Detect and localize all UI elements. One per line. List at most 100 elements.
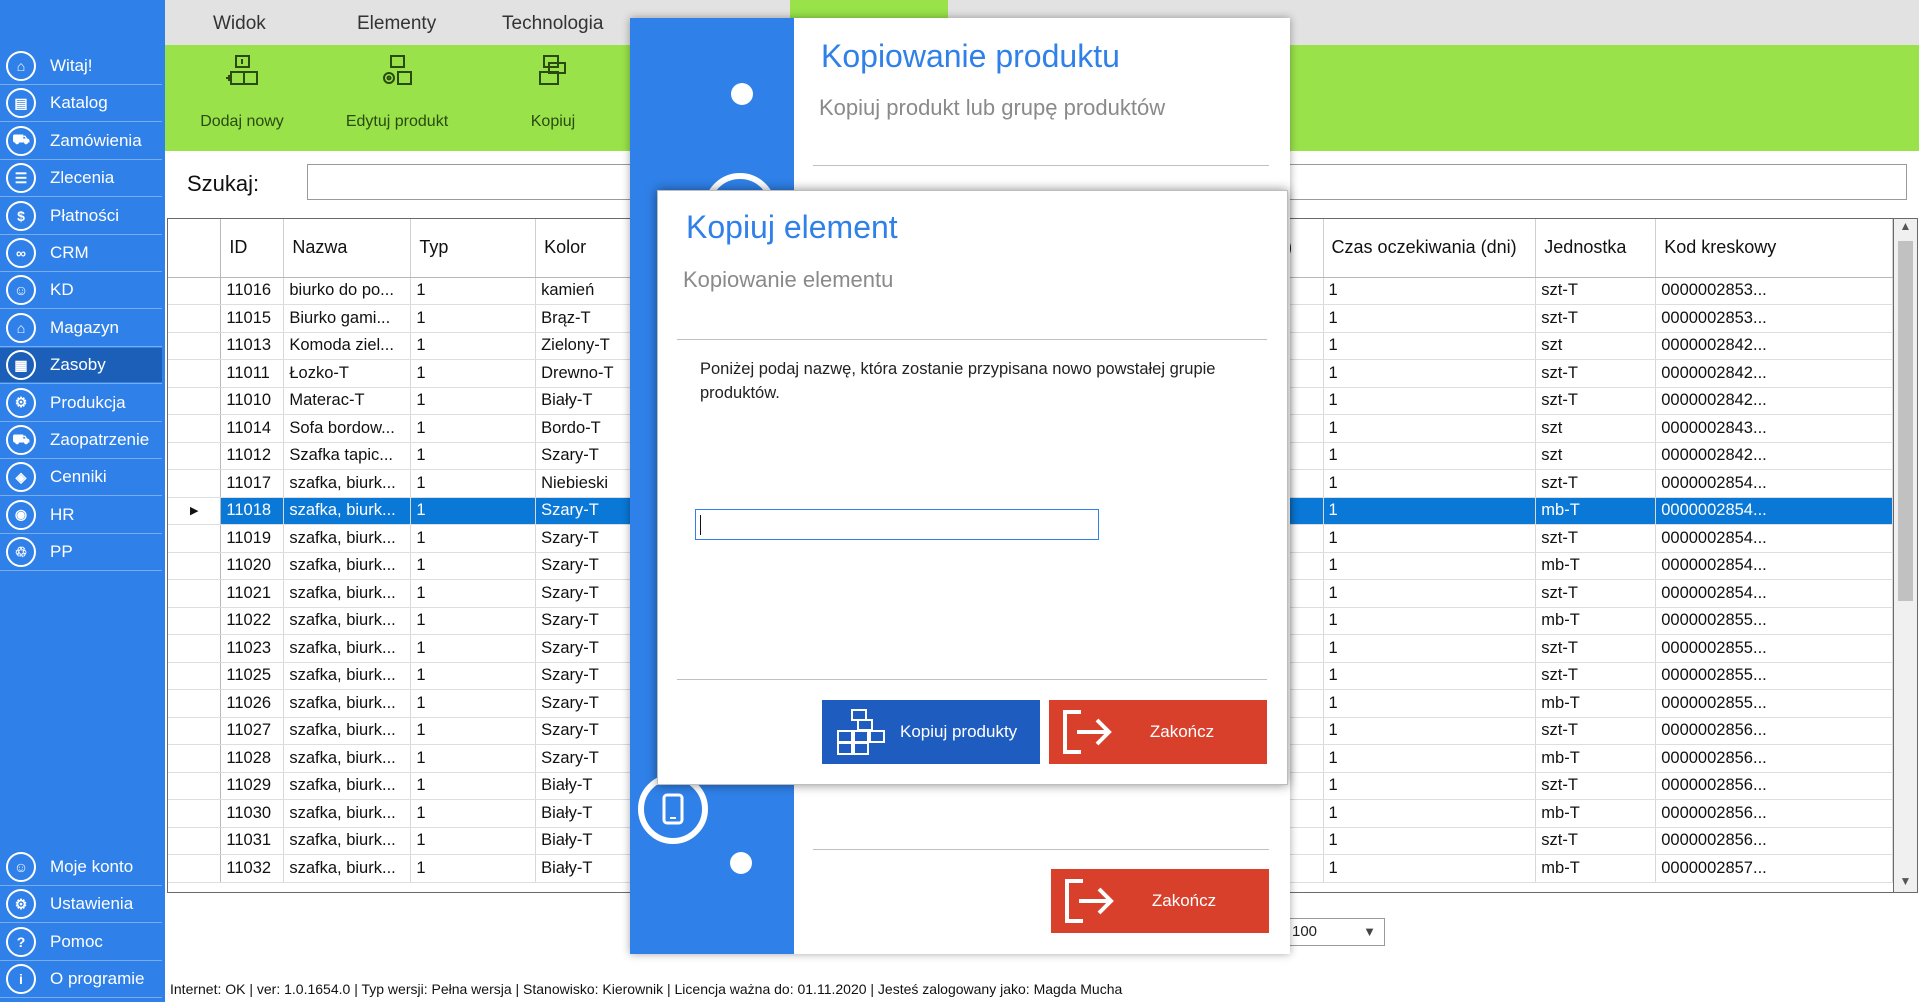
- cell-barcode[interactable]: 0000002842...: [1655, 332, 1893, 360]
- sidebar-item-10[interactable]: ⛟ Zaopatrzenie: [0, 423, 162, 457]
- cell-unit[interactable]: mb-T: [1535, 799, 1657, 828]
- sidebar-bottom-item-1[interactable]: ⚙ Ustawienia: [0, 887, 162, 921]
- grid-vertical-scrollbar[interactable]: ▲ ▼: [1894, 218, 1918, 893]
- row-header[interactable]: [168, 469, 222, 498]
- close-element-dialog-button[interactable]: Zakończ: [1049, 700, 1267, 764]
- cell-id[interactable]: 11026: [220, 689, 285, 718]
- cell-barcode[interactable]: 0000002842...: [1655, 387, 1893, 415]
- cell-type[interactable]: 1: [410, 827, 537, 855]
- cell-id[interactable]: 11016: [220, 277, 285, 305]
- cell-unit[interactable]: szt-T: [1535, 827, 1657, 855]
- row-header[interactable]: [168, 854, 222, 883]
- col-header-type[interactable]: Typ: [410, 219, 537, 278]
- cell-wait[interactable]: 1: [1323, 854, 1537, 883]
- cell-wait[interactable]: 1: [1323, 772, 1537, 800]
- cell-barcode[interactable]: 0000002855...: [1655, 607, 1893, 635]
- cell-name[interactable]: szafka, biurk...: [283, 579, 412, 608]
- cell-name[interactable]: szafka, biurk...: [283, 607, 412, 635]
- cell-wait[interactable]: 1: [1323, 827, 1537, 855]
- scroll-down-icon[interactable]: ▼: [1894, 874, 1917, 892]
- col-header-id[interactable]: ID: [220, 219, 285, 278]
- page-size-select[interactable]: 100 ▼: [1283, 918, 1385, 946]
- cell-id[interactable]: 11023: [220, 634, 285, 663]
- cell-wait[interactable]: 1: [1323, 332, 1537, 360]
- sidebar-bottom-item-2[interactable]: ? Pomoc: [0, 925, 162, 959]
- cell-type[interactable]: 1: [410, 359, 537, 388]
- cell-type[interactable]: 1: [410, 772, 537, 800]
- sidebar-item-4[interactable]: $ Płatności: [0, 199, 162, 233]
- cell-unit[interactable]: szt-T: [1535, 359, 1657, 388]
- sidebar-item-0[interactable]: ⌂ Witaj!: [0, 49, 162, 83]
- sidebar-item-11[interactable]: ◈ Cenniki: [0, 460, 162, 494]
- row-header[interactable]: [168, 332, 222, 360]
- cell-name[interactable]: Szafka tapic...: [283, 442, 412, 470]
- sidebar-bottom-item-3[interactable]: i O programie: [0, 962, 162, 996]
- cell-type[interactable]: 1: [410, 497, 537, 525]
- cell-barcode[interactable]: 0000002853...: [1655, 277, 1893, 305]
- cell-type[interactable]: 1: [410, 552, 537, 580]
- cell-type[interactable]: 1: [410, 717, 537, 745]
- add-new-button[interactable]: Dodaj nowy: [172, 45, 312, 151]
- cell-barcode[interactable]: 0000002856...: [1655, 799, 1893, 828]
- row-header[interactable]: [168, 524, 222, 553]
- cell-id[interactable]: 11019: [220, 524, 285, 553]
- cell-id[interactable]: 11010: [220, 387, 285, 415]
- cell-id[interactable]: 11015: [220, 304, 285, 333]
- cell-unit[interactable]: szt: [1535, 414, 1657, 443]
- tab-elementy[interactable]: Elementy: [357, 0, 436, 45]
- row-header[interactable]: [168, 607, 222, 635]
- cell-type[interactable]: 1: [410, 689, 537, 718]
- cell-barcode[interactable]: 0000002854...: [1655, 469, 1893, 498]
- cell-barcode[interactable]: 0000002854...: [1655, 497, 1893, 525]
- sidebar-item-9[interactable]: ⚙ Produkcja: [0, 386, 162, 420]
- cell-name[interactable]: szafka, biurk...: [283, 662, 412, 690]
- cell-unit[interactable]: szt-T: [1535, 387, 1657, 415]
- cell-wait[interactable]: 1: [1323, 717, 1537, 745]
- cell-name[interactable]: Materac-T: [283, 387, 412, 415]
- cell-wait[interactable]: 1: [1323, 442, 1537, 470]
- cell-wait[interactable]: 1: [1323, 634, 1537, 663]
- cell-unit[interactable]: szt-T: [1535, 304, 1657, 333]
- current-row-indicator-icon[interactable]: ▶: [168, 497, 222, 525]
- row-header[interactable]: [168, 304, 222, 333]
- sidebar-item-6[interactable]: ☺ KD: [0, 273, 162, 307]
- cell-type[interactable]: 1: [410, 277, 537, 305]
- cell-unit[interactable]: szt: [1535, 442, 1657, 470]
- cell-name[interactable]: Biurko gami...: [283, 304, 412, 333]
- row-header[interactable]: [168, 359, 222, 388]
- cell-id[interactable]: 11018: [220, 497, 285, 525]
- cell-id[interactable]: 11031: [220, 827, 285, 855]
- cell-wait[interactable]: 1: [1323, 607, 1537, 635]
- cell-type[interactable]: 1: [410, 304, 537, 333]
- cell-type[interactable]: 1: [410, 442, 537, 470]
- cell-name[interactable]: szafka, biurk...: [283, 799, 412, 828]
- cell-wait[interactable]: 1: [1323, 552, 1537, 580]
- cell-barcode[interactable]: 0000002854...: [1655, 579, 1893, 608]
- cell-type[interactable]: 1: [410, 854, 537, 883]
- cell-id[interactable]: 11032: [220, 854, 285, 883]
- cell-barcode[interactable]: 0000002842...: [1655, 442, 1893, 470]
- cell-name[interactable]: Sofa bordow...: [283, 414, 412, 443]
- cell-unit[interactable]: szt-T: [1535, 524, 1657, 553]
- col-header-barcode[interactable]: Kod kreskowy: [1655, 219, 1893, 278]
- cell-barcode[interactable]: 0000002853...: [1655, 304, 1893, 333]
- cell-unit[interactable]: mb-T: [1535, 689, 1657, 718]
- sidebar-item-1[interactable]: ▤ Katalog: [0, 86, 162, 120]
- cell-barcode[interactable]: 0000002857...: [1655, 854, 1893, 883]
- cell-barcode[interactable]: 0000002856...: [1655, 744, 1893, 773]
- sidebar-item-12[interactable]: ◉ HR: [0, 498, 162, 532]
- col-header-name[interactable]: Nazwa: [283, 219, 412, 278]
- cell-type[interactable]: 1: [410, 607, 537, 635]
- col-header-wait[interactable]: Czas oczekiwania (dni): [1323, 219, 1537, 278]
- cell-id[interactable]: 11014: [220, 414, 285, 443]
- new-group-name-input[interactable]: [695, 509, 1099, 540]
- cell-id[interactable]: 11030: [220, 799, 285, 828]
- cell-id[interactable]: 11017: [220, 469, 285, 498]
- cell-wait[interactable]: 1: [1323, 662, 1537, 690]
- cell-name[interactable]: szafka, biurk...: [283, 744, 412, 773]
- row-header[interactable]: [168, 634, 222, 663]
- cell-name[interactable]: Komoda ziel...: [283, 332, 412, 360]
- row-header[interactable]: [168, 579, 222, 608]
- cell-id[interactable]: 11013: [220, 332, 285, 360]
- row-header[interactable]: [168, 552, 222, 580]
